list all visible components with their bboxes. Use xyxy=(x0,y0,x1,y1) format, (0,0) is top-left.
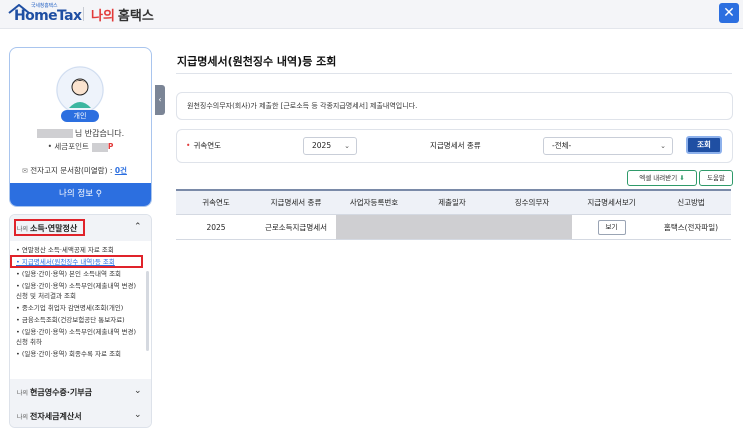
e-notice-label: 전자고지 문서함(미열람) : xyxy=(30,166,113,175)
top-bar: 국세청홈택스 HomeTax 나의 홈택스 ✕ xyxy=(0,0,743,29)
table-row: 2025 근로소득지급명세서 보기 홈택스(전자파일) xyxy=(176,214,731,240)
menu-section-receipt-title: 나의 현금영수증·기부금 xyxy=(17,387,92,398)
year-select[interactable]: 2025 ⌄ xyxy=(303,137,357,155)
chevron-down-icon: ⌄ xyxy=(660,142,666,150)
menu-section-receipt[interactable]: 나의 현금영수증·기부금 ⌄ xyxy=(10,379,151,405)
required-mark: • xyxy=(186,141,191,150)
page-title: 지급명세서(원천징수 내역)등 조회 xyxy=(177,55,337,68)
sidebar-collapse-handle[interactable]: ‹ xyxy=(155,85,165,115)
col-header: 신고방법 xyxy=(651,189,731,215)
mytax-dark-label: 홈택스 xyxy=(117,9,154,24)
greeting: 님 반갑습니다. xyxy=(10,128,151,139)
cell-masked xyxy=(412,214,492,240)
cell-year: 2025 xyxy=(176,214,256,240)
greeting-text: 님 반갑습니다. xyxy=(74,129,125,138)
menu-section-prefix: 나의 xyxy=(17,414,29,421)
chevron-left-icon: ‹ xyxy=(158,95,162,104)
cell-view: 보기 xyxy=(572,214,651,240)
help-button[interactable]: 도움말 xyxy=(699,170,733,186)
menu-item-income-denial-withdraw[interactable]: • (일용·간이·용역) 소득부인(제출내역 변경) 신청 취하 xyxy=(16,327,142,347)
statement-type-select[interactable]: -전체- ⌄ xyxy=(543,137,673,155)
download-icon: ⬇ xyxy=(679,174,685,182)
masked-points xyxy=(91,142,108,152)
cell-masked xyxy=(336,214,412,240)
menu-section-income[interactable]: 나의 소득·연말정산 ⌃ xyxy=(10,215,151,241)
menu-item-yearend-data[interactable]: • 연말정산 소득·세액공제 자료 조회 xyxy=(16,245,142,255)
logo-text: HomeTax xyxy=(14,8,82,24)
menu-section-prefix: 나의 xyxy=(17,390,29,397)
points-suffix: P xyxy=(107,142,114,151)
cell-method: 홈택스(전자파일) xyxy=(651,214,731,240)
cell-masked xyxy=(492,214,572,240)
search-button[interactable]: 조회 xyxy=(686,136,722,154)
menu-section-receipt-label: 현금영수증·기부금 xyxy=(30,388,92,397)
mail-icon: ✉ xyxy=(22,167,28,175)
table-header-row: 귀속연도 지급명세서 종류 사업자등록번호 제출일자 징수의무자 지급명세서보기… xyxy=(176,189,731,215)
header-divider xyxy=(83,7,84,21)
title-divider xyxy=(176,73,732,74)
year-label: • 귀속연도 xyxy=(186,140,221,151)
menu-scrollbar[interactable] xyxy=(146,271,149,351)
chevron-down-icon: ⌄ xyxy=(134,410,142,420)
user-avatar-icon xyxy=(56,66,104,114)
close-icon: ✕ xyxy=(723,5,735,21)
menu-item-final-data[interactable]: • (일용·간이·용역) 회종수록 자료 조회 xyxy=(16,349,142,359)
notice-box: 원천징수의무자(회사)가 제출한 [근로소득 등 각종지급명세서] 제출내역입니… xyxy=(176,92,733,120)
menu-section-einvoice[interactable]: 나의 전자세금계산서 ⌄ xyxy=(10,403,151,427)
menu-section-einvoice-title: 나의 전자세금계산서 xyxy=(17,411,82,422)
mytax-red-label: 나의 xyxy=(91,9,115,24)
menu-item-sme-reduction[interactable]: • 중소기업 취업자 감면명세(조회(개인) xyxy=(16,303,142,313)
col-header: 제출일자 xyxy=(412,189,492,215)
year-select-value: 2025 xyxy=(312,141,332,150)
search-panel: • 귀속연도 2025 ⌄ 지급명세서 종류 -전체- ⌄ 조회 xyxy=(176,129,733,163)
menu-item-financial-income[interactable]: • 금융소득조회(건강보험공단 통보자료) xyxy=(16,315,142,325)
col-header: 귀속연도 xyxy=(176,189,256,215)
statement-type-value: -전체- xyxy=(552,141,572,150)
hometax-logo[interactable]: 국세청홈택스 HomeTax xyxy=(8,2,82,24)
chevron-up-icon: ⌃ xyxy=(134,222,142,232)
e-notice-count[interactable]: 0건 xyxy=(115,166,127,175)
excel-download-button[interactable]: 엑셀 내려받기 ⬇ xyxy=(627,170,697,186)
col-header: 사업자등록번호 xyxy=(336,189,412,215)
year-label-text: 귀속연도 xyxy=(193,141,222,150)
masked-name xyxy=(36,129,73,138)
col-header: 지급명세서 종류 xyxy=(256,189,336,215)
excel-download-label: 엑셀 내려받기 xyxy=(639,174,678,182)
avatar xyxy=(56,66,104,114)
menu-section-einvoice-label: 전자세금계산서 xyxy=(30,412,82,421)
highlight-box xyxy=(10,255,143,268)
col-header: 지급명세서보기 xyxy=(572,189,651,215)
chevron-down-icon: ⌄ xyxy=(134,386,142,396)
side-menu: 나의 소득·연말정산 ⌃ • 연말정산 소득·세액공제 자료 조회 • 지급명세서… xyxy=(9,214,152,428)
member-type-badge: 개인 xyxy=(61,110,99,122)
my-info-label: 나의 정보 xyxy=(59,189,94,199)
col-header: 징수의무자 xyxy=(492,189,572,215)
cell-type: 근로소득지급명세서 xyxy=(256,214,336,240)
tax-points[interactable]: • 세금포인트 P xyxy=(10,141,151,152)
menu-item-income-denial-result[interactable]: • (일용·간이·용역) 소득부인(제출내역 변경) 신청 및 처리결과 조회 xyxy=(16,281,142,301)
person-icon: ⚲ xyxy=(95,189,102,199)
my-info-button[interactable]: 나의 정보 ⚲ xyxy=(10,183,151,206)
menu-submenu: • 연말정산 소득·세액공제 자료 조회 • 지급명세서(원천징수 내역)등 조… xyxy=(10,241,151,377)
chevron-down-icon: ⌄ xyxy=(344,142,350,150)
highlight-box xyxy=(14,219,85,236)
result-table: 귀속연도 지급명세서 종류 사업자등록번호 제출일자 징수의무자 지급명세서보기… xyxy=(176,189,731,240)
mytax-title[interactable]: 나의 홈택스 xyxy=(91,5,154,24)
view-button[interactable]: 보기 xyxy=(597,219,626,235)
e-notice-inbox[interactable]: ✉ 전자고지 문서함(미열람) : 0건 xyxy=(22,165,127,176)
profile-card: 개인 님 반갑습니다. • 세금포인트 P ✉ 전자고지 문서함(미열람) : 0… xyxy=(9,47,152,207)
points-label: • 세금포인트 xyxy=(47,142,89,151)
menu-item-daily-income[interactable]: • (일용·간이·용역) 본인 소득내역 조회 xyxy=(16,269,142,279)
statement-type-label: 지급명세서 종류 xyxy=(430,141,481,150)
close-button[interactable]: ✕ xyxy=(719,3,739,23)
